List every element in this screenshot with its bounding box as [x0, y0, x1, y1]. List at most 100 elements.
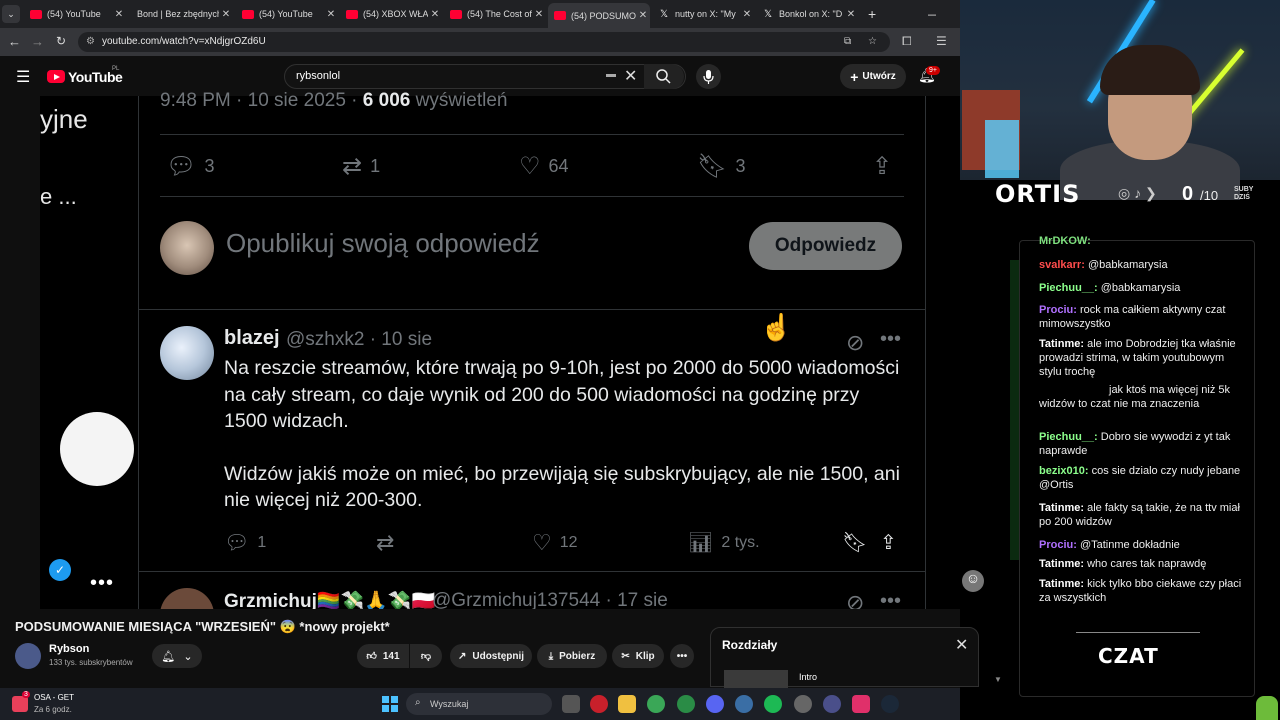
bell-icon: 🔔︎ — [161, 650, 176, 663]
extensions-icon[interactable]: ⧠ — [902, 34, 912, 49]
reload-icon[interactable]: ↻ — [56, 34, 66, 48]
search-icon: ⌕ — [415, 697, 421, 708]
discord-icon[interactable] — [706, 695, 724, 713]
install-app-icon[interactable]: ⧉ — [844, 32, 851, 52]
minimize-icon[interactable]: — — [922, 3, 936, 25]
chapter-thumbnail[interactable] — [724, 670, 788, 690]
browser-tab[interactable]: (54) XBOX WŁA ✕ — [340, 3, 442, 25]
share-button[interactable]: ↗ Udostępnij — [450, 644, 532, 668]
bookmark-star-icon[interactable]: ☆ — [868, 32, 877, 52]
clear-search-icon[interactable]: ✕ — [624, 66, 637, 86]
steam-icon[interactable] — [881, 695, 899, 713]
views-chart-icon: 📊︎ — [688, 532, 714, 554]
browser-tab[interactable]: 𝕏nutty on X: "My ✕ — [652, 3, 754, 25]
obs-icon[interactable] — [823, 695, 841, 713]
close-icon[interactable]: ✕ — [955, 635, 968, 655]
tweet-like-count: 12 — [559, 534, 578, 551]
close-tab-icon[interactable]: ✕ — [428, 9, 442, 20]
browser-tab[interactable]: (54) PODSUMO ✕ — [548, 3, 650, 28]
close-tab-icon[interactable]: ✕ — [844, 9, 858, 20]
scroll-down-icon[interactable]: ▼ — [994, 675, 1002, 684]
close-tab-icon[interactable]: ✕ — [636, 10, 650, 21]
youtube-logo-icon[interactable] — [47, 70, 65, 83]
menu-icon[interactable]: ☰ — [16, 67, 30, 87]
webcam-fridge — [985, 120, 1019, 178]
voice-search-button[interactable] — [696, 64, 721, 89]
download-button[interactable]: ⤓ Pobierz — [537, 644, 607, 668]
chapter-item[interactable]: Intro — [799, 672, 817, 682]
channel-avatar[interactable] — [15, 643, 41, 669]
chat-username: Tatinme: — [1039, 502, 1085, 514]
clip-button[interactable]: ✂ Klip — [612, 644, 664, 668]
tweet-views-label: wyświetleń — [410, 90, 508, 111]
tab-label: (54) YouTube — [259, 9, 313, 19]
tweet-author-handle: @szhxk2 · 10 sie — [286, 329, 433, 350]
more-actions-button[interactable]: ••• — [670, 644, 694, 668]
notification-app-icon[interactable] — [12, 696, 28, 712]
browser-tab[interactable]: (54) YouTube ✕ — [236, 3, 338, 25]
channel-name[interactable]: Rybson — [49, 643, 89, 655]
streamer-name: ORTIS — [995, 180, 1081, 208]
url-text: youtube.com/watch?v=xNdjgrOZd6U — [102, 36, 266, 47]
task-view-icon[interactable] — [562, 695, 580, 713]
keyboard-icon[interactable]: ▬ — [606, 69, 616, 80]
subscription-bell-button[interactable]: 🔔︎ ⌄ — [152, 644, 202, 668]
divider — [138, 571, 926, 572]
chat-message: MrDKOW: — [1039, 234, 1244, 248]
sub-label-2: DZIŚ — [1234, 194, 1250, 201]
reading-list-icon[interactable]: ☰ — [936, 34, 947, 48]
sub-label-1: SUBY — [1234, 186, 1254, 193]
like-button[interactable]: 👍︎ 141 — [357, 644, 409, 668]
chrome-alt-icon[interactable] — [677, 695, 695, 713]
address-bar[interactable]: ⚙ youtube.com/watch?v=xNdjgrOZd6U ⧉ ☆ — [78, 32, 890, 52]
chat-username: svalkarr: — [1039, 259, 1085, 271]
windows-start-icon[interactable] — [382, 696, 398, 712]
browser-tab[interactable]: 𝕏 Bonkol on X: "D ✕ — [756, 3, 858, 25]
like-count: 64 — [548, 156, 569, 176]
chat-message: bezix010: cos sie dzialo czy nudy jebane… — [1039, 464, 1244, 492]
repost-count: 1 — [370, 156, 381, 176]
site-info-icon[interactable]: ⚙ — [86, 32, 95, 52]
repost-icon: ⇄ — [376, 530, 395, 555]
tab-label: (54) XBOX WŁA — [363, 9, 428, 19]
close-tab-icon[interactable]: ✕ — [532, 9, 546, 20]
youtube-icon — [242, 9, 254, 19]
chrome-icon[interactable] — [647, 695, 665, 713]
close-tab-icon[interactable]: ✕ — [740, 9, 754, 20]
repost-count-button: ⇄ 1 — [342, 152, 380, 181]
search-input[interactable]: rybsonlol — [296, 70, 340, 82]
reply-input-placeholder: Opublikuj swoją odpowiedź — [226, 228, 540, 258]
file-explorer-icon[interactable] — [618, 695, 636, 713]
tweet-bookmark-stat: 🔖︎ — [842, 530, 867, 555]
taskbar-search[interactable]: ⌕ Wyszukaj — [406, 693, 552, 715]
close-tab-icon[interactable]: ✕ — [219, 9, 233, 20]
app-icon[interactable] — [735, 695, 753, 713]
new-tab-button[interactable]: + — [862, 3, 876, 25]
notification-title: OSA - GET — [34, 693, 75, 702]
social-icons: ◎ ♪ ❯ — [1118, 185, 1157, 201]
browser-tab[interactable]: (54) The Cost of ✕ — [444, 3, 546, 25]
browser-tab[interactable]: Bond | Bez zbędnych ✕ — [131, 3, 233, 25]
create-button[interactable]: + Utwórz — [840, 64, 906, 89]
video-left-strip: yjne e ... ✓ ••• — [40, 96, 138, 609]
back-icon[interactable]: ← — [8, 34, 21, 49]
forward-icon[interactable]: → — [31, 34, 44, 49]
tweet-like-stat: ♡ 12 — [532, 530, 578, 556]
dislike-button[interactable]: 👎︎ — [410, 644, 442, 668]
spotify-icon[interactable] — [764, 695, 782, 713]
tweet-views: 2 tys. — [721, 533, 760, 551]
bookmark-count: 3 — [735, 156, 746, 176]
search-button[interactable] — [644, 64, 684, 89]
maps-pin-icon[interactable] — [852, 695, 870, 713]
clip-label: Klip — [635, 650, 655, 662]
tab-search-button[interactable]: ⌄ — [2, 5, 20, 23]
reply-submit-button: Odpowiedz — [749, 222, 902, 270]
tweet-paragraph-1: Na reszcie streamów, które trwają po 9-1… — [224, 357, 900, 432]
divider — [138, 309, 926, 310]
opera-icon[interactable] — [590, 695, 608, 713]
browser-tab[interactable]: (54) YouTube ✕ — [24, 3, 126, 25]
close-tab-icon[interactable]: ✕ — [112, 9, 126, 20]
settings-icon[interactable] — [794, 695, 812, 713]
share-label: Udostępnij — [472, 650, 525, 662]
close-tab-icon[interactable]: ✕ — [324, 9, 338, 20]
